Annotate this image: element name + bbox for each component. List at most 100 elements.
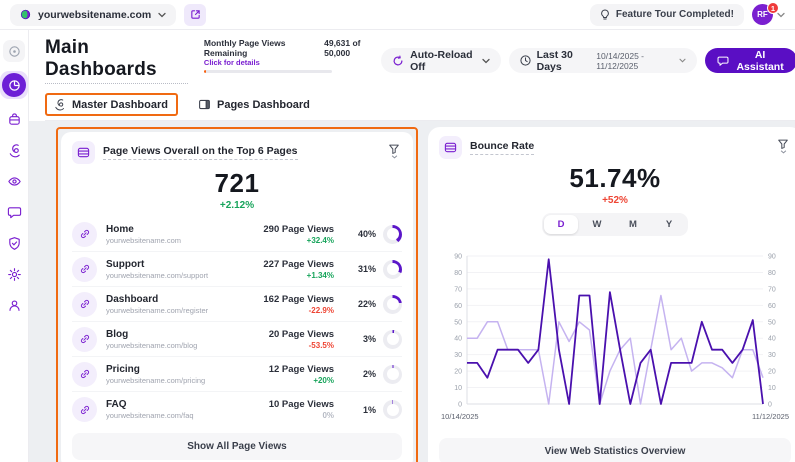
briefcase-icon [7, 112, 22, 127]
svg-text:40: 40 [454, 336, 462, 343]
svg-text:40: 40 [768, 336, 776, 343]
svg-text:30: 30 [454, 352, 462, 359]
link-icon [72, 397, 97, 422]
bounce-rate-change: +52% [439, 195, 791, 206]
page-views-value: 227 Page Views [224, 259, 334, 270]
svg-text:80: 80 [768, 270, 776, 277]
sidebar-item-security[interactable] [3, 232, 25, 254]
date-range-picker[interactable]: Last 30 Days 10/14/2025 - 11/12/2025 [509, 48, 698, 73]
gear-icon [7, 267, 22, 282]
percent-donut [383, 400, 402, 419]
tab-master-dashboard[interactable]: Master Dashboard [45, 93, 178, 116]
page-row-pricing[interactable]: Pricingyourwebsitename.com/pricing 12 Pa… [72, 357, 402, 392]
page-views-change: +1.34% [224, 271, 334, 280]
chevron-down-icon [679, 58, 686, 63]
svg-text:60: 60 [454, 303, 462, 310]
page-views-list: Homeyourwebsitename.com 290 Page Views+3… [72, 217, 402, 427]
account-menu[interactable]: RF 1 [752, 4, 785, 25]
link-icon [72, 362, 97, 387]
chevron-down-icon [482, 58, 490, 64]
refresh-icon [392, 55, 404, 67]
page-views-value: 162 Page Views [224, 294, 334, 305]
svg-text:10: 10 [454, 385, 462, 392]
svg-text:10: 10 [768, 385, 776, 392]
bounce-rate-value: 51.74% [439, 163, 791, 194]
sidebar-item-feedback[interactable] [3, 201, 25, 223]
monthly-usage-label: Monthly Page Views Remaining [204, 38, 316, 58]
site-selector[interactable]: yourwebsitename.com [10, 4, 176, 26]
feature-tour-button[interactable]: Feature Tour Completed! [590, 4, 744, 26]
percent-donut [383, 365, 402, 384]
svg-text:0: 0 [768, 402, 772, 409]
page-url: yourwebsitename.com/support [106, 271, 224, 280]
page-row-faq[interactable]: FAQyourwebsitename.com/faq 10 Page Views… [72, 392, 402, 427]
page-row-dashboard[interactable]: Dashboardyourwebsitename.com/register 16… [72, 287, 402, 322]
page-views-change: +32.4% [224, 236, 334, 245]
layout-icon [198, 98, 211, 111]
filter-button[interactable] [386, 141, 402, 161]
show-all-page-views-button[interactable]: Show All Page Views [72, 433, 402, 460]
percent-donut [383, 330, 402, 349]
tab-pages-dashboard[interactable]: Pages Dashboard [192, 93, 316, 118]
page-name: Blog [106, 329, 224, 340]
sidebar-item-projects[interactable] [3, 108, 25, 130]
page-url: yourwebsitename.com/pricing [106, 376, 224, 385]
svg-text:0: 0 [458, 402, 462, 409]
page-views-value: 20 Page Views [224, 329, 334, 340]
percent-donut [383, 260, 402, 279]
svg-text:60: 60 [768, 303, 776, 310]
funnel-icon [777, 138, 789, 150]
sidebar-item-account[interactable] [3, 294, 25, 316]
svg-text:90: 90 [454, 254, 462, 261]
page-row-home[interactable]: Homeyourwebsitename.com 290 Page Views+3… [72, 217, 402, 252]
notification-badge: 1 [767, 2, 779, 14]
view-web-statistics-button[interactable]: View Web Statistics Overview [439, 438, 791, 462]
monthly-usage-value: 49,631 of 50,000 [324, 38, 381, 58]
svg-text:20: 20 [768, 369, 776, 376]
feature-tour-label: Feature Tour Completed! [616, 9, 734, 20]
page-name: Dashboard [106, 294, 224, 305]
svg-text:70: 70 [454, 286, 462, 293]
ai-assistant-button[interactable]: AI Assistant [705, 48, 795, 73]
filter-button[interactable] [775, 136, 791, 156]
monthly-usage-progressbar [204, 70, 332, 73]
page-percent-label: 40% [358, 229, 376, 239]
auto-reload-dropdown[interactable]: Auto-Reload Off [381, 48, 500, 73]
sidebar-item-settings[interactable] [3, 263, 25, 285]
tab-label: Master Dashboard [72, 99, 168, 111]
chevron-down-icon [158, 12, 166, 18]
open-site-button[interactable] [184, 4, 206, 26]
chevron-down-icon [391, 155, 398, 159]
link-icon [72, 257, 97, 282]
dashboard-tabs: Master Dashboard Pages Dashboard [45, 91, 795, 121]
period-button-day[interactable]: D [544, 215, 578, 234]
swirl-icon [53, 98, 66, 111]
sidebar-item-dashboards[interactable] [0, 71, 28, 99]
period-button-week[interactable]: W [580, 215, 614, 234]
dashboard-content: Page Views Overall on the Top 6 Pages [29, 121, 795, 462]
page-row-blog[interactable]: Blogyourwebsitename.com/blog 20 Page Vie… [72, 322, 402, 357]
page-percent-label: 3% [363, 334, 376, 344]
date-range-value: 10/14/2025 - 11/12/2025 [596, 51, 673, 71]
page-views-change: +20% [224, 376, 334, 385]
lightbulb-icon [600, 9, 610, 21]
svg-text:80: 80 [454, 270, 462, 277]
sidebar-item-visitors[interactable] [3, 170, 25, 192]
browser-window-icon [439, 136, 462, 159]
page-row-support[interactable]: Supportyourwebsitename.com/support 227 P… [72, 252, 402, 287]
bounce-rate-card: Bounce Rate 51.74% +52% [428, 127, 795, 462]
sidebar [0, 30, 29, 462]
page-name: Support [106, 259, 224, 270]
funnel-icon [388, 143, 400, 155]
click-for-details-link[interactable]: Click for details [204, 58, 381, 67]
page-url: yourwebsitename.com/register [106, 306, 224, 315]
sidebar-item-heatmaps[interactable] [3, 139, 25, 161]
page-views-value: 12 Page Views [224, 364, 334, 375]
collapse-sidebar-icon[interactable] [3, 40, 25, 62]
monthly-usage-widget[interactable]: Monthly Page Views Remaining 49,631 of 5… [204, 38, 381, 73]
card-title: Page Views Overall on the Top 6 Pages [103, 145, 298, 160]
page-url: yourwebsitename.com/blog [106, 341, 224, 350]
period-segmented-control: D W M Y [542, 213, 688, 236]
period-button-year[interactable]: Y [652, 215, 686, 234]
period-button-month[interactable]: M [616, 215, 650, 234]
